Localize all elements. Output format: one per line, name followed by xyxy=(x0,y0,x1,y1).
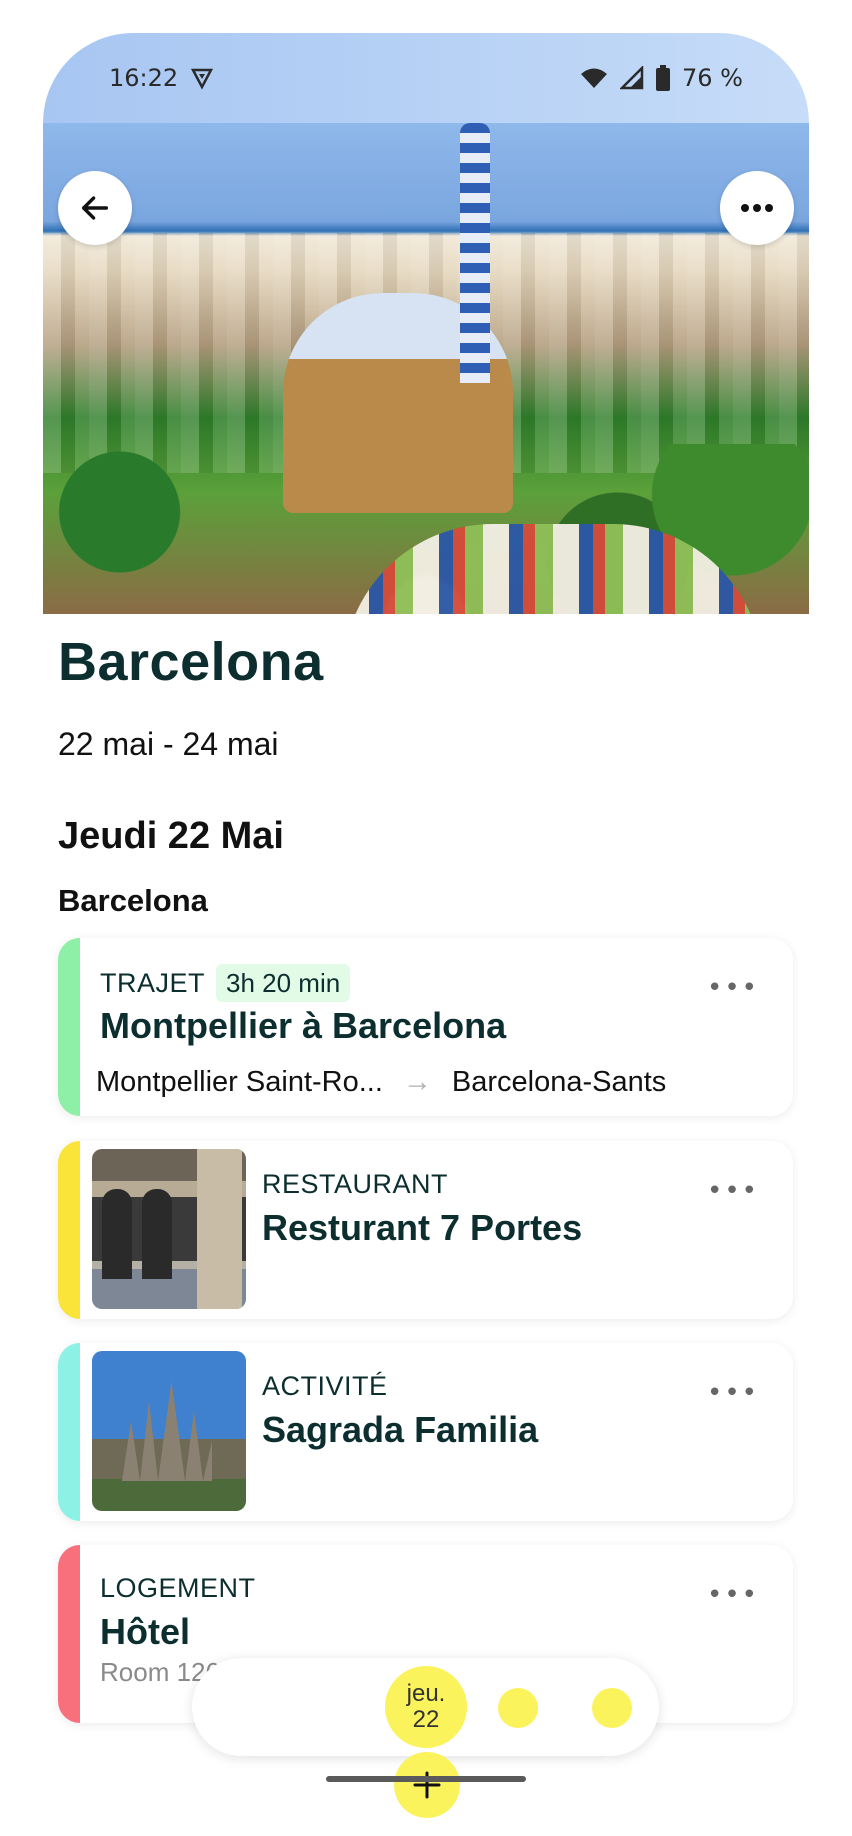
card-type: ACTIVITÉ xyxy=(262,1371,388,1401)
plus-icon xyxy=(413,1771,441,1799)
day-chip[interactable] xyxy=(498,1688,538,1728)
status-time: 16:22 xyxy=(109,64,179,92)
day-abbr: jeu. xyxy=(406,1679,446,1707)
hero-image-park-guell xyxy=(43,123,809,614)
day-chip[interactable] xyxy=(592,1688,632,1728)
card-accent xyxy=(58,1343,80,1521)
trip-title: Barcelona xyxy=(58,632,324,692)
home-indicator xyxy=(326,1776,526,1782)
more-horizontal-icon xyxy=(741,204,773,212)
itinerary-card-trajet[interactable]: TRAJET 3h 20 min Montpellier à Barcelona… xyxy=(58,938,793,1116)
day-number: 22 xyxy=(412,1706,440,1733)
vpn-shield-icon xyxy=(190,66,214,90)
duration-badge: 3h 20 min xyxy=(216,964,351,1002)
route: Montpellier Saint-Ro... → Barcelona-Sant… xyxy=(96,1066,666,1099)
card-more-button[interactable]: ••• xyxy=(707,1378,759,1408)
wifi-icon xyxy=(580,66,608,90)
card-title: Hôtel xyxy=(100,1611,190,1652)
card-more-button[interactable]: ••• xyxy=(707,1580,759,1610)
card-more-button[interactable]: ••• xyxy=(707,973,759,1003)
card-type: TRAJET xyxy=(100,968,206,998)
signal-icon xyxy=(620,66,644,90)
card-title: Montpellier à Barcelona xyxy=(100,1005,507,1046)
back-button[interactable] xyxy=(58,171,132,245)
arrow-right-icon: → xyxy=(402,1066,432,1098)
itinerary-card-activite[interactable]: ACTIVITÉ Sagrada Familia ••• xyxy=(58,1343,793,1521)
activity-photo xyxy=(92,1351,246,1511)
restaurant-photo xyxy=(92,1149,246,1309)
status-bar: 16:22 76 % xyxy=(43,33,809,123)
battery-percent: 76 % xyxy=(682,64,743,92)
card-type: LOGEMENT xyxy=(100,1573,256,1603)
arrow-left-icon xyxy=(81,196,109,220)
route-to: Barcelona-Sants xyxy=(451,1066,667,1098)
card-accent xyxy=(58,1545,80,1723)
battery-icon xyxy=(656,65,671,91)
add-button[interactable] xyxy=(394,1752,460,1818)
card-title: Resturant 7 Portes xyxy=(262,1207,583,1248)
card-accent xyxy=(58,938,80,1116)
card-title: Sagrada Familia xyxy=(262,1409,539,1450)
day-heading: Jeudi 22 Mai xyxy=(58,815,284,857)
trip-dates: 22 mai - 24 mai xyxy=(58,726,279,762)
day-picker: jeu. 22 xyxy=(192,1658,659,1756)
card-type: RESTAURANT xyxy=(262,1169,449,1199)
trip-more-button[interactable] xyxy=(720,171,794,245)
route-from: Montpellier Saint-Ro... xyxy=(96,1066,383,1098)
day-chip-active[interactable]: jeu. 22 xyxy=(385,1666,467,1748)
day-place: Barcelona xyxy=(58,883,208,918)
card-more-button[interactable]: ••• xyxy=(707,1176,759,1206)
card-accent xyxy=(58,1141,80,1319)
itinerary-card-restaurant[interactable]: RESTAURANT Resturant 7 Portes ••• xyxy=(58,1141,793,1319)
